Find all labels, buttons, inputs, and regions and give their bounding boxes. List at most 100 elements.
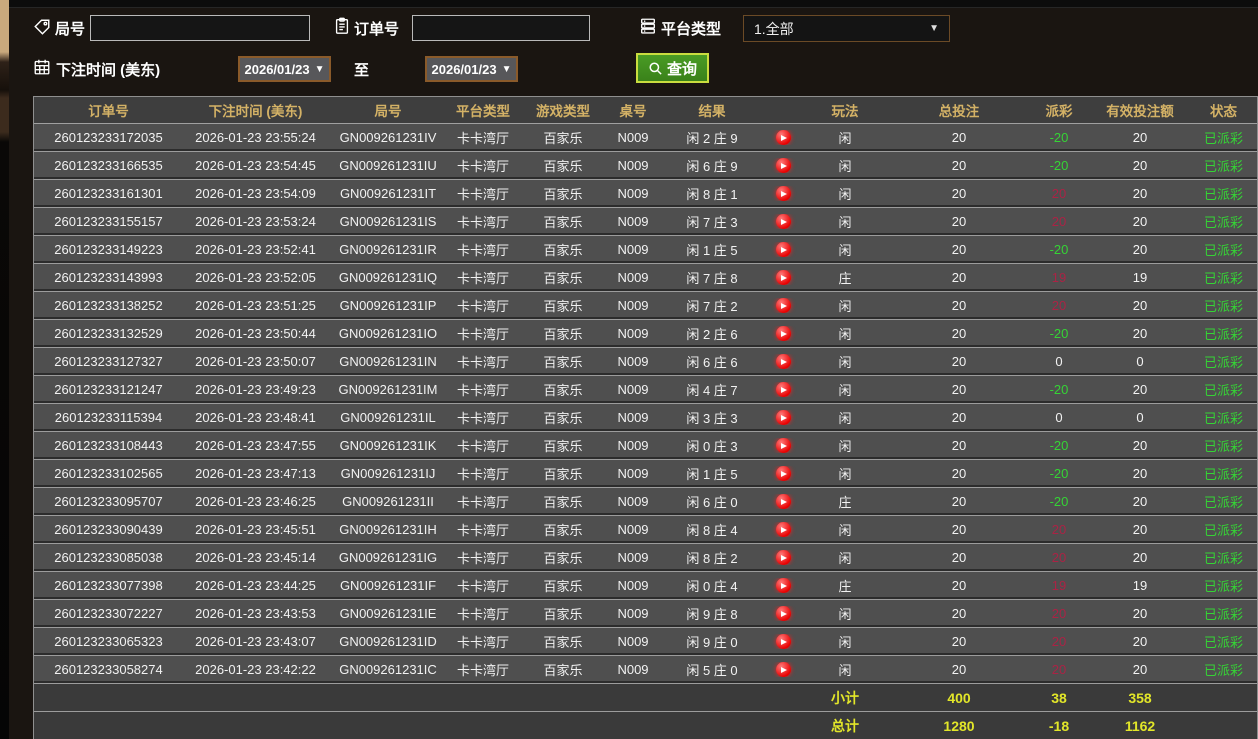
play-icon[interactable] bbox=[775, 662, 791, 677]
cell-payout: 19 bbox=[1051, 578, 1067, 593]
cell-total-bet: 20 bbox=[951, 606, 967, 621]
cell-play: 闲 bbox=[838, 355, 852, 370]
date-to-select[interactable]: 2026/01/23 ▼ bbox=[425, 56, 518, 82]
cell-valid-bet: 20 bbox=[1132, 522, 1148, 537]
platform-type-select[interactable]: 1.全部 ▼ bbox=[743, 15, 950, 42]
cell-platform: 卡卡湾厅 bbox=[456, 467, 509, 482]
cell-game-type: 百家乐 bbox=[543, 663, 583, 678]
cell-total-bet: 20 bbox=[951, 298, 967, 313]
cell-payout: 19 bbox=[1051, 270, 1067, 285]
date-from-select[interactable]: 2026/01/23 ▼ bbox=[238, 56, 331, 82]
date-from-value: 2026/01/23 bbox=[244, 61, 310, 77]
round-no-input[interactable] bbox=[90, 15, 310, 41]
table-row: 260123233155157 2026-01-23 23:53:24 GN00… bbox=[34, 208, 1257, 236]
play-icon[interactable] bbox=[775, 550, 791, 565]
table-row: 260123233072227 2026-01-23 23:43:53 GN00… bbox=[34, 600, 1257, 628]
cell-valid-bet: 20 bbox=[1132, 662, 1148, 677]
cell-payout: 20 bbox=[1051, 214, 1067, 229]
table-row: 260123233058274 2026-01-23 23:42:22 GN00… bbox=[34, 656, 1257, 684]
cell-valid-bet: 20 bbox=[1132, 298, 1148, 313]
cell-total-bet: 20 bbox=[951, 326, 967, 341]
cell-play: 闲 bbox=[838, 411, 852, 426]
cell-status: 已派彩 bbox=[1203, 187, 1243, 202]
cell-result: 闲 6 庄 0 bbox=[686, 495, 738, 510]
order-no-label: 订单号 bbox=[354, 21, 400, 38]
cell-payout: 20 bbox=[1051, 634, 1067, 649]
cell-play: 闲 bbox=[838, 663, 852, 678]
cell-round-no: GN009261231IE bbox=[339, 606, 437, 621]
cell-total-bet: 20 bbox=[951, 242, 967, 257]
cell-bet-time: 2026-01-23 23:52:05 bbox=[195, 270, 316, 285]
cell-total-bet: 20 bbox=[951, 662, 967, 677]
cell-valid-bet: 20 bbox=[1132, 130, 1148, 145]
table-row: 260123233095707 2026-01-23 23:46:25 GN00… bbox=[34, 488, 1257, 516]
play-icon[interactable] bbox=[775, 130, 791, 145]
play-icon[interactable] bbox=[775, 438, 791, 453]
play-icon[interactable] bbox=[775, 186, 791, 201]
play-icon[interactable] bbox=[775, 270, 791, 285]
cell-order-id: 260123233149223 bbox=[54, 242, 163, 257]
play-icon[interactable] bbox=[775, 410, 791, 425]
cell-order-id: 260123233143993 bbox=[54, 270, 163, 285]
cell-platform: 卡卡湾厅 bbox=[456, 327, 509, 342]
cell-table-no: N009 bbox=[617, 466, 649, 481]
table-row: 260123233172035 2026-01-23 23:55:24 GN00… bbox=[34, 124, 1257, 152]
play-icon[interactable] bbox=[775, 214, 791, 229]
play-icon[interactable] bbox=[775, 606, 791, 621]
cell-round-no: GN009261231IL bbox=[340, 410, 436, 425]
cell-order-id: 260123233121247 bbox=[54, 382, 163, 397]
order-no-input[interactable] bbox=[412, 15, 590, 41]
cell-order-id: 260123233161301 bbox=[54, 186, 163, 201]
cell-game-type: 百家乐 bbox=[543, 635, 583, 650]
cell-payout: -20 bbox=[1049, 494, 1069, 509]
cell-bet-time: 2026-01-23 23:46:25 bbox=[195, 494, 316, 509]
cell-game-type: 百家乐 bbox=[543, 355, 583, 370]
cell-result: 闲 8 庄 2 bbox=[686, 551, 738, 566]
play-icon[interactable] bbox=[775, 578, 791, 593]
cell-order-id: 260123233065323 bbox=[54, 634, 163, 649]
cell-order-id: 260123233132529 bbox=[54, 326, 163, 341]
cell-total-bet: 20 bbox=[951, 158, 967, 173]
play-icon[interactable] bbox=[775, 326, 791, 341]
bet-time-label: 下注时间 (美东) bbox=[56, 62, 161, 79]
cell-payout: -20 bbox=[1049, 438, 1069, 453]
cell-game-type: 百家乐 bbox=[543, 411, 583, 426]
cell-valid-bet: 19 bbox=[1132, 578, 1148, 593]
play-icon[interactable] bbox=[775, 354, 791, 369]
cell-order-id: 260123233138252 bbox=[54, 298, 163, 313]
cell-status: 已派彩 bbox=[1203, 635, 1243, 650]
total-label: 总计 bbox=[831, 717, 859, 734]
play-icon[interactable] bbox=[775, 242, 791, 257]
play-icon[interactable] bbox=[775, 158, 791, 173]
cell-platform: 卡卡湾厅 bbox=[456, 551, 509, 566]
header-game-type: 游戏类型 bbox=[536, 104, 590, 119]
table-row: 260123233166535 2026-01-23 23:54:45 GN00… bbox=[34, 152, 1257, 180]
cell-game-type: 百家乐 bbox=[543, 607, 583, 622]
table-body: 260123233172035 2026-01-23 23:55:24 GN00… bbox=[34, 124, 1257, 684]
play-icon[interactable] bbox=[775, 494, 791, 509]
search-button[interactable]: 查询 bbox=[636, 53, 710, 83]
play-icon[interactable] bbox=[775, 466, 791, 481]
header-total-bet: 总投注 bbox=[938, 104, 980, 119]
cell-round-no: GN009261231ID bbox=[339, 634, 437, 649]
cell-result: 闲 3 庄 3 bbox=[686, 411, 738, 426]
cell-bet-time: 2026-01-23 23:50:44 bbox=[195, 326, 316, 341]
cell-valid-bet: 0 bbox=[1136, 410, 1144, 425]
cell-round-no: GN009261231IV bbox=[339, 130, 437, 145]
cell-play: 闲 bbox=[838, 299, 852, 314]
cell-bet-time: 2026-01-23 23:52:41 bbox=[195, 242, 316, 257]
play-icon[interactable] bbox=[775, 382, 791, 397]
cell-status: 已派彩 bbox=[1203, 411, 1243, 426]
cell-round-no: GN009261231IN bbox=[339, 354, 437, 369]
cell-play: 闲 bbox=[838, 467, 852, 482]
cell-game-type: 百家乐 bbox=[543, 467, 583, 482]
cell-result: 闲 4 庄 7 bbox=[686, 383, 738, 398]
play-icon[interactable] bbox=[775, 634, 791, 649]
play-icon[interactable] bbox=[775, 522, 791, 537]
cell-platform: 卡卡湾厅 bbox=[456, 439, 509, 454]
play-icon[interactable] bbox=[775, 298, 791, 313]
total-total-bet: 1280 bbox=[943, 717, 975, 734]
cell-valid-bet: 20 bbox=[1132, 466, 1148, 481]
cell-round-no: GN009261231IS bbox=[339, 214, 437, 229]
cell-round-no: GN009261231II bbox=[342, 494, 434, 509]
